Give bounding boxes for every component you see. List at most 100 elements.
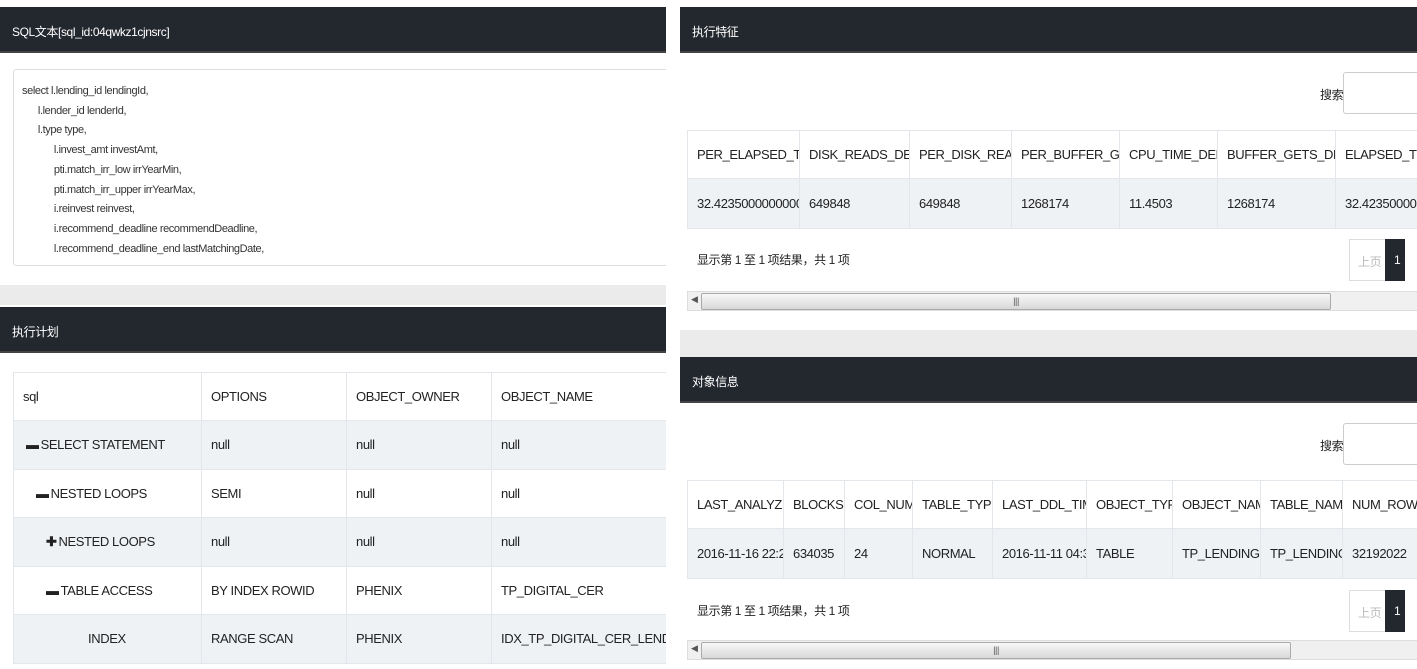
sql-line: l.type type, <box>22 124 87 137</box>
page-1-button[interactable]: 1 <box>1385 590 1405 632</box>
plan-node-label: NESTED LOOPS <box>50 485 148 501</box>
sql-text-box: select l.lending_id lendingId, l.lender_… <box>13 69 666 266</box>
table-info: 显示第 1 至 1 项结果，共 1 项 <box>697 604 850 618</box>
execution-stats-header: 执行特征 <box>680 7 1417 53</box>
page-1-button[interactable]: 1 <box>1385 239 1405 281</box>
table-cell: 32.423500000000004 <box>687 178 800 229</box>
scrollbar-thumb[interactable]: ||| <box>701 293 1331 310</box>
column-label: ELAPSED_TIME_DELTA <box>1345 147 1417 162</box>
column-header: sql <box>13 372 202 421</box>
horizontal-scrollbar[interactable]: ◀ ||| <box>687 291 1417 311</box>
table-row: INDEX RANGE SCAN PHENIX IDX_TP_DIGITAL_CER_… <box>13 614 666 664</box>
scrollbar-thumb[interactable]: ||| <box>701 642 1291 659</box>
table-info: 显示第 1 至 1 项结果，共 1 项 <box>697 253 850 267</box>
table-cell: IDX_TP_DIGITAL_CER_LENDER_ID <box>491 614 666 664</box>
table-row: ▬ NESTED LOOPS SEMI null null <box>13 468 666 518</box>
plan-node-label: SELECT STATEMENT <box>40 437 166 453</box>
column-label: OBJECT_NAME <box>1182 497 1260 512</box>
sql-text-header: SQL文本[sql_id:04qwkz1cjnsrc] <box>0 7 666 53</box>
table-row: ✚ NESTED LOOPS null null null <box>13 517 666 567</box>
table-cell: 24 <box>844 528 913 579</box>
sortable-column-header[interactable]: PER_DISK_READS⇅ <box>909 130 1012 179</box>
table-cell: 32.423500000000004 <box>1335 178 1417 229</box>
sql-line: l.invest_amt investAmt, <box>22 144 158 157</box>
table-cell: PHENIX <box>346 565 492 615</box>
column-label: PER_ELAPSED_TIME <box>697 147 799 162</box>
sortable-column-header[interactable]: BLOCKS⇅ <box>783 480 845 529</box>
column-label: PER_DISK_READS <box>919 147 1012 162</box>
column-label: COL_NUM <box>854 497 913 512</box>
plan-node-cell[interactable]: INDEX <box>13 614 202 664</box>
collapse-icon[interactable]: ▬ <box>36 486 49 501</box>
search-input[interactable] <box>1343 72 1417 114</box>
table-cell: TP_DIGITAL_CER <box>491 565 666 615</box>
column-label: PER_BUFFER_GETS <box>1021 147 1120 162</box>
column-header: OBJECT_OWNER <box>346 372 492 421</box>
divider <box>0 285 666 305</box>
plan-node-cell[interactable]: ▬ SELECT STATEMENT <box>13 420 202 470</box>
search-input[interactable] <box>1343 423 1417 465</box>
collapse-icon[interactable]: ▬ <box>26 437 39 452</box>
column-label: CPU_TIME_DELTA <box>1129 147 1217 162</box>
sortable-column-header[interactable]: PER_BUFFER_GETS⇅ <box>1011 130 1120 179</box>
sortable-column-header[interactable]: LAST_DDL_TIME⇅ <box>992 480 1087 529</box>
sortable-column-header[interactable]: TABLE_TYPE⇅ <box>912 480 993 529</box>
sql-line: l.recommend_deadline_end lastMatchingDat… <box>22 242 264 255</box>
sql-line: i.reinvest reinvest, <box>22 203 135 216</box>
sortable-column-header[interactable]: TABLE_NAME⇅ <box>1260 480 1343 529</box>
table-cell: PHENIX <box>346 614 492 664</box>
sortable-column-header[interactable]: COL_NUM⇅ <box>844 480 913 529</box>
table-cell: RANGE SCAN <box>201 614 347 664</box>
table-cell: null <box>346 420 492 470</box>
sortable-column-header[interactable]: BUFFER_GETS_DELTA⇅ <box>1217 130 1336 179</box>
plan-node-cell[interactable]: ▬ TABLE ACCESS <box>13 565 202 615</box>
sortable-column-header[interactable]: LAST_ANALYZED⇅ <box>687 480 784 529</box>
sortable-column-header[interactable]: OBJECT_NAME⇅ <box>1172 480 1261 529</box>
plan-node-cell[interactable]: ✚ NESTED LOOPS <box>13 517 202 567</box>
column-label: BLOCKS <box>793 497 844 512</box>
execution-plan-table: sql OPTIONS OBJECT_OWNER OBJECT_NAME ▬ SE… <box>13 372 666 664</box>
table-row: ▬ TABLE ACCESS BY INDEX ROWID PHENIX TP_DIGI… <box>13 565 666 615</box>
plan-node-cell[interactable]: ▬ NESTED LOOPS <box>13 468 202 518</box>
table-cell: TP_LENDING <box>1172 528 1261 579</box>
sortable-column-header[interactable]: ELAPSED_TIME_DELTA⇅ <box>1335 130 1417 179</box>
table-cell: 1268174 <box>1217 178 1336 229</box>
execution-stats-panel: 执行特征 搜索: PER_ELAPSED_TIME⇅DISK_READS_DEL… <box>680 0 1417 330</box>
sortable-column-header[interactable]: PER_ELAPSED_TIME⇅ <box>687 130 800 179</box>
object-info-header: 对象信息 <box>680 357 1417 403</box>
column-label: OBJECT_TYPE <box>1096 497 1172 512</box>
column-label: NUM_ROWS <box>1352 497 1417 512</box>
table-cell: 1268174 <box>1011 178 1120 229</box>
table-cell: 11.4503 <box>1119 178 1218 229</box>
sortable-column-header[interactable]: OBJECT_TYPE⇅ <box>1086 480 1173 529</box>
expand-icon[interactable]: ✚ <box>46 534 57 550</box>
sql-line: pti.match_irr_low irrYearMin, <box>22 163 182 176</box>
table-cell: null <box>491 468 666 518</box>
object-info-panel: 对象信息 搜索: LAST_ANALYZED⇅BLOCKS⇅COL_NUM⇅TA… <box>680 357 1417 669</box>
table-row: 32.423500000000004649848649848126817411.… <box>687 178 1417 229</box>
table-cell: null <box>201 420 347 470</box>
sql-text-panel: SQL文本[sql_id:04qwkz1cjnsrc] select l.len… <box>0 0 666 305</box>
execution-plan-panel: 执行计划 sql OPTIONS OBJECT_OWNER OBJECT_NAM… <box>0 305 666 669</box>
table-cell: null <box>346 517 492 567</box>
sortable-column-header[interactable]: CPU_TIME_DELTA⇅ <box>1119 130 1218 179</box>
table-cell: 649848 <box>799 178 910 229</box>
table-cell: NORMAL <box>912 528 993 579</box>
collapse-icon[interactable]: ▬ <box>46 583 59 598</box>
column-label: BUFFER_GETS_DELTA <box>1227 147 1335 162</box>
plan-node-label: NESTED LOOPS <box>58 533 156 549</box>
column-header: OPTIONS <box>201 372 347 421</box>
column-label: LAST_DDL_TIME <box>1002 497 1086 512</box>
table-cell: TABLE <box>1086 528 1173 579</box>
object-info-table: LAST_ANALYZED⇅BLOCKS⇅COL_NUM⇅TABLE_TYPE⇅… <box>687 480 1417 579</box>
column-label: TABLE_TYPE <box>922 497 993 512</box>
table-cell: null <box>201 517 347 567</box>
horizontal-scrollbar[interactable]: ◀ ||| <box>687 640 1417 660</box>
sql-line: select l.lending_id lendingId, <box>22 85 149 97</box>
scroll-left-icon[interactable]: ◀ <box>691 643 698 654</box>
scroll-left-icon[interactable]: ◀ <box>691 294 698 305</box>
sortable-column-header[interactable]: NUM_ROWS⇅ <box>1342 480 1417 529</box>
table-row: ▬ SELECT STATEMENT null null null <box>13 420 666 470</box>
gutter <box>666 0 680 669</box>
sortable-column-header[interactable]: DISK_READS_DELTA⇅ <box>799 130 910 179</box>
